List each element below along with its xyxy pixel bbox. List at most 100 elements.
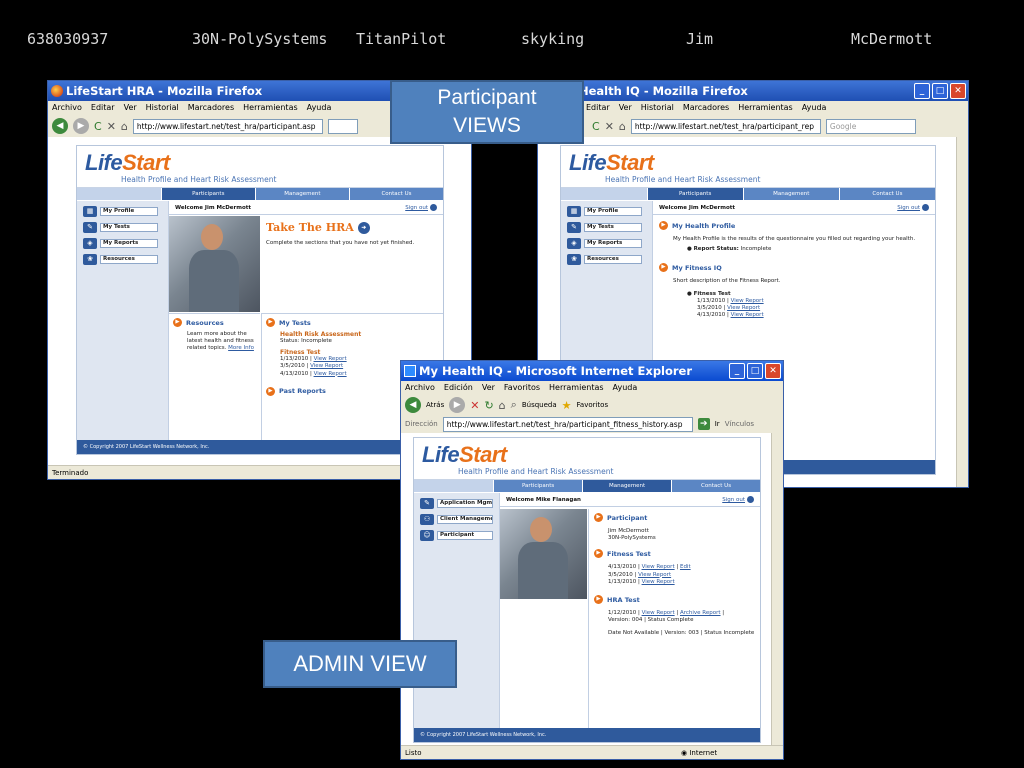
menu-item[interactable]: Ver [619, 101, 632, 115]
menu-item[interactable]: Herramientas [738, 101, 793, 115]
tab-management[interactable]: Management [582, 480, 672, 492]
menu-item[interactable]: Herramientas [549, 381, 604, 395]
more-info-link[interactable]: More Info [228, 345, 254, 351]
back-icon[interactable]: ◀ [405, 397, 421, 413]
vertical-scrollbar[interactable] [956, 137, 968, 487]
url-bar[interactable]: http://www.lifestart.net/test_hra/partic… [132, 118, 323, 134]
hra-test-heading[interactable]: ▶ HRA Test [594, 595, 755, 605]
search-input[interactable] [327, 118, 358, 134]
view-report-link[interactable]: View Report [727, 305, 760, 311]
view-report-link[interactable]: View Report [642, 564, 675, 570]
back-icon[interactable]: ◀ [52, 118, 68, 134]
stop-icon[interactable]: ✕ [107, 120, 116, 133]
lifestart-logo[interactable]: LifeStart [422, 442, 507, 468]
archive-report-link[interactable]: Archive Report [680, 610, 721, 616]
menu-item[interactable]: Marcadores [188, 101, 234, 115]
health-profile-heading[interactable]: ▶ My Health Profile [659, 221, 929, 230]
take-hra-heading[interactable]: Take The HRA ➔ [266, 221, 439, 234]
sidebar-item-application-mgmt[interactable]: ✎ Application Mgmt [420, 498, 499, 509]
view-report-link[interactable]: View Report [731, 298, 764, 304]
sign-out-link[interactable]: Sign out [722, 493, 754, 506]
reload-icon[interactable]: C [592, 120, 600, 133]
window-titlebar[interactable]: My Health IQ - Mozilla Firefox _ □ ✕ [538, 81, 968, 101]
hra-title[interactable]: Health Risk Assessment [280, 331, 439, 338]
maximize-icon[interactable]: □ [932, 83, 948, 99]
sidebar-item-resources[interactable]: ❀ Resources [567, 254, 652, 265]
menu-item[interactable]: Ver [482, 381, 495, 395]
menu-item[interactable]: Editar [91, 101, 115, 115]
view-report-link[interactable]: View Report [310, 363, 343, 369]
edit-link[interactable]: Edit [680, 564, 691, 570]
url-bar[interactable]: http://www.lifestart.net/test_hra/partic… [442, 416, 693, 432]
sidebar-item-my-profile[interactable]: ▦ My Profile [567, 206, 652, 217]
links-label[interactable]: Vínculos [725, 420, 754, 428]
back-label[interactable]: Atrás [426, 401, 444, 409]
refresh-icon[interactable]: ↻ [484, 399, 493, 412]
go-label[interactable]: Ir [715, 420, 720, 428]
tab-participants[interactable]: Participants [160, 188, 255, 200]
view-report-link[interactable]: View Report [642, 610, 675, 616]
menu-item[interactable]: Ayuda [802, 101, 827, 115]
tab-participants[interactable]: Participants [493, 480, 582, 492]
sign-out-link[interactable]: Sign out [405, 201, 437, 214]
sidebar-item-my-profile[interactable]: ▦ My Profile [83, 206, 168, 217]
search-input[interactable]: Google [825, 118, 916, 134]
forward-icon[interactable]: ▶ [73, 118, 89, 134]
sidebar-item-resources[interactable]: ❀ Resources [83, 254, 168, 265]
menu-item[interactable]: Marcadores [683, 101, 729, 115]
stop-icon[interactable]: ✕ [470, 399, 479, 412]
view-report-link[interactable]: View Report [642, 579, 675, 585]
tab-management[interactable]: Management [742, 188, 839, 200]
sign-out-link[interactable]: Sign out [897, 201, 929, 214]
forward-icon[interactable]: ▶ [449, 397, 466, 413]
menu-item[interactable]: Archivo [405, 381, 435, 395]
stop-icon[interactable]: ✕ [605, 120, 614, 133]
menu-item[interactable]: Ver [124, 101, 137, 115]
sidebar-item-my-tests[interactable]: ✎ My Tests [567, 222, 652, 233]
favorites-label[interactable]: Favoritos [577, 401, 609, 409]
fitness-test-heading[interactable]: ▶ Fitness Test [594, 549, 755, 559]
menu-item[interactable]: Historial [641, 101, 674, 115]
tab-participants[interactable]: Participants [646, 188, 743, 200]
menu-item[interactable]: Ayuda [613, 381, 638, 395]
participant-heading[interactable]: ▶ Participant [594, 513, 755, 522]
tab-contact-us[interactable]: Contact Us [348, 188, 443, 200]
lifestart-logo[interactable]: LifeStart [569, 150, 654, 176]
reload-icon[interactable]: C [94, 120, 102, 133]
close-icon[interactable]: ✕ [765, 363, 781, 379]
url-bar[interactable]: http://www.lifestart.net/test_hra/partic… [630, 118, 821, 134]
home-icon[interactable]: ⌂ [121, 120, 128, 133]
sidebar-item-my-reports[interactable]: ◈ My Reports [567, 238, 652, 249]
window-titlebar[interactable]: My Health IQ - Microsoft Internet Explor… [401, 361, 783, 381]
tab-management[interactable]: Management [254, 188, 349, 200]
sidebar-item-client-management[interactable]: ⚇Client Management [420, 514, 499, 525]
view-report-link[interactable]: View Report [731, 312, 764, 318]
search-icon[interactable]: ⌕ [511, 398, 517, 412]
search-label[interactable]: Búsqueda [522, 401, 557, 409]
vertical-scrollbar[interactable] [771, 433, 783, 745]
my-tests-heading[interactable]: ▶ My Tests [266, 318, 439, 327]
menu-item[interactable]: Historial [146, 101, 179, 115]
maximize-icon[interactable]: □ [747, 363, 763, 379]
sidebar-item-my-tests[interactable]: ✎ My Tests [83, 222, 168, 233]
favorites-icon[interactable]: ★ [562, 399, 572, 412]
tab-contact-us[interactable]: Contact Us [838, 188, 935, 200]
home-icon[interactable]: ⌂ [499, 399, 506, 412]
menu-item[interactable]: Archivo [52, 101, 82, 115]
menu-item[interactable]: Herramientas [243, 101, 298, 115]
tab-contact-us[interactable]: Contact Us [671, 480, 760, 492]
resources-heading[interactable]: ▶ Resources [173, 318, 256, 327]
lifestart-logo[interactable]: LifeStart [85, 150, 170, 176]
minimize-icon[interactable]: _ [729, 363, 745, 379]
home-icon[interactable]: ⌂ [619, 120, 626, 133]
sidebar-item-my-reports[interactable]: ◈ My Reports [83, 238, 168, 249]
menu-item[interactable]: Ayuda [307, 101, 332, 115]
view-report-link[interactable]: View Report [638, 572, 671, 578]
close-icon[interactable]: ✕ [950, 83, 966, 99]
minimize-icon[interactable]: _ [914, 83, 930, 99]
menu-item[interactable]: Edición [444, 381, 473, 395]
view-report-link[interactable]: View Report [314, 356, 347, 362]
go-icon[interactable]: ➔ [697, 418, 710, 430]
menu-item[interactable]: Favoritos [504, 381, 540, 395]
sidebar-item-participant[interactable]: ☺ Participant [420, 530, 499, 541]
